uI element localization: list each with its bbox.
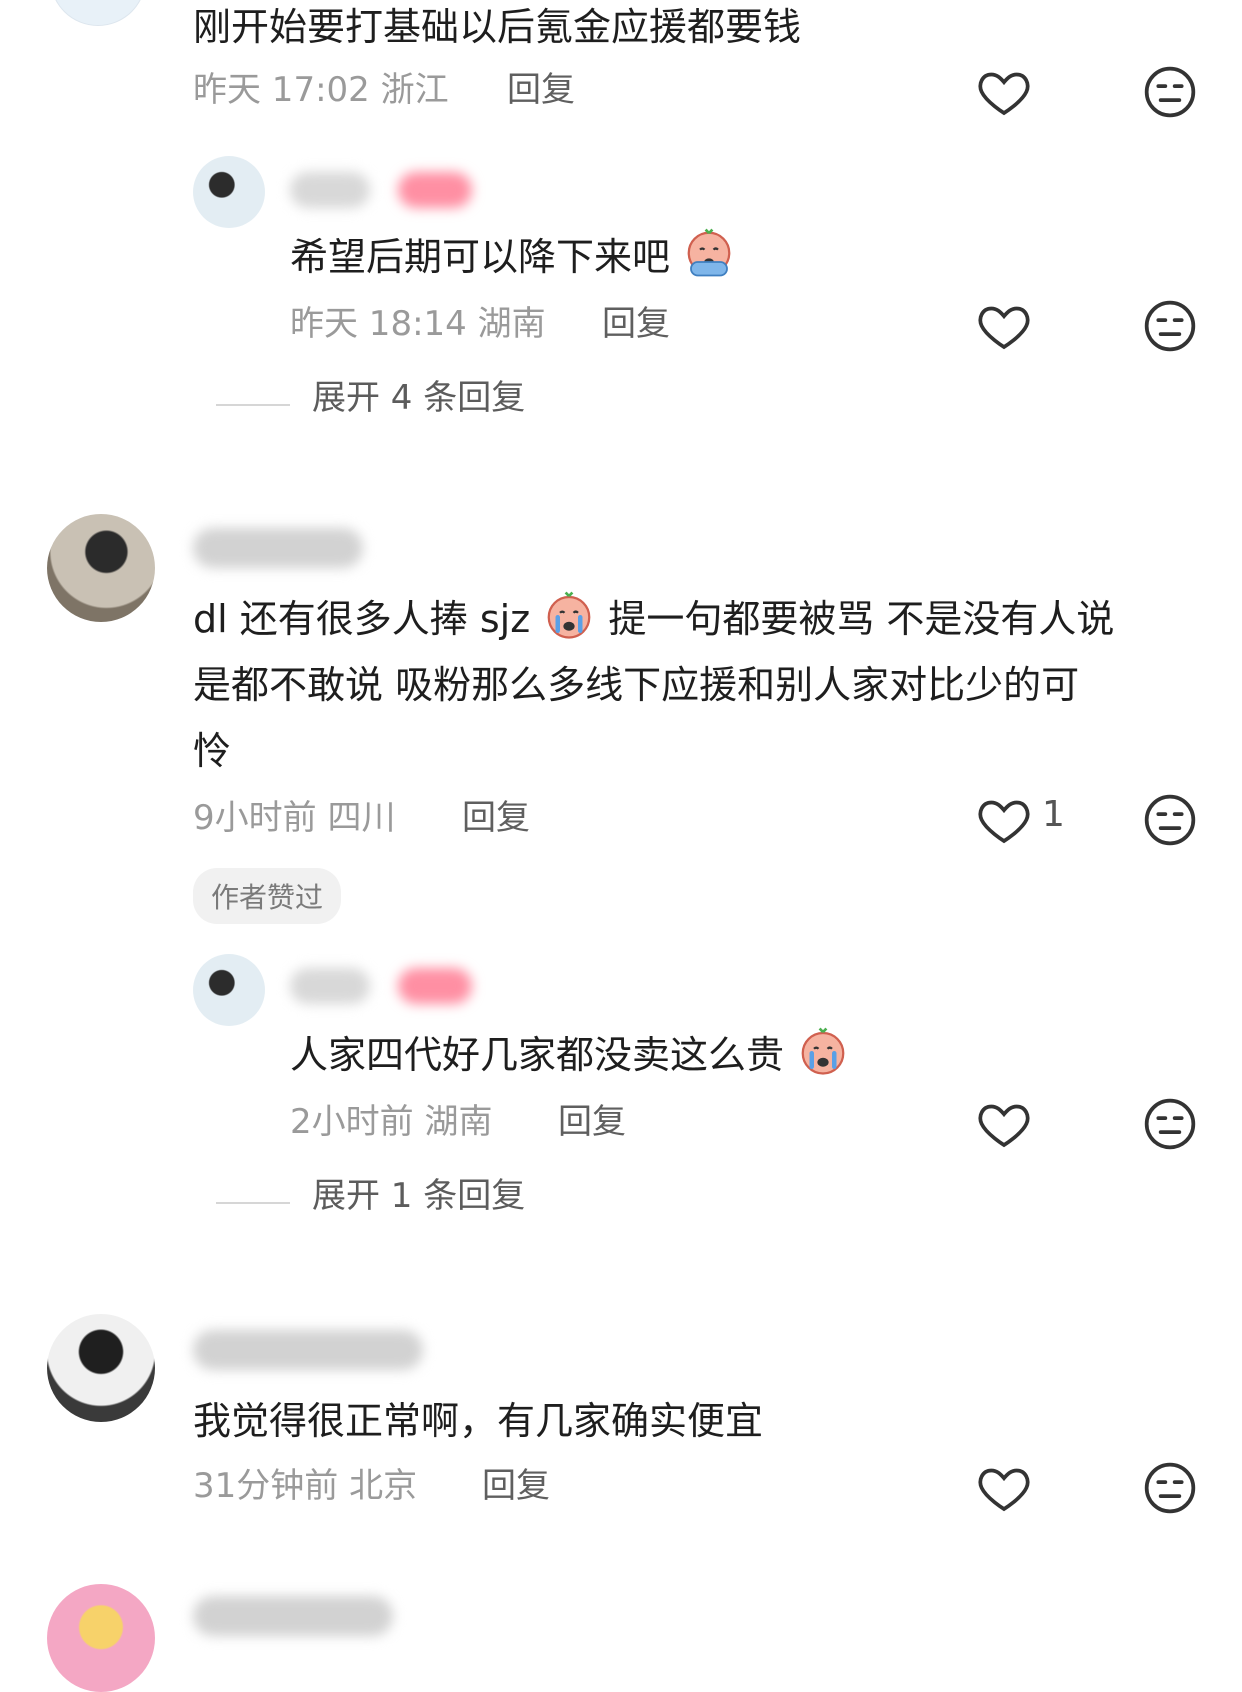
neutral-face-icon[interactable] — [1142, 1096, 1198, 1152]
username-blurred[interactable] — [193, 1330, 423, 1370]
avatar[interactable] — [193, 156, 265, 228]
crying-emoji-icon — [547, 591, 591, 639]
username-blurred[interactable] — [193, 528, 363, 568]
neutral-face-icon[interactable] — [1142, 1460, 1198, 1516]
username-blurred[interactable] — [290, 968, 370, 1004]
neutral-face-icon[interactable] — [1142, 64, 1198, 120]
avatar[interactable] — [50, 0, 146, 26]
expand-replies-button[interactable]: 展开 1 条回复 — [312, 1176, 525, 1216]
comment-meta-time-location: 昨天 17:02 浙江 — [193, 70, 449, 110]
reply-button[interactable]: 回复 — [482, 1466, 550, 1506]
neutral-face-icon[interactable] — [1142, 792, 1198, 848]
author-tag-blurred — [398, 968, 472, 1004]
expand-replies-button[interactable]: 展开 4 条回复 — [312, 378, 525, 418]
comment-text-line-3: 怜 — [193, 729, 232, 773]
avatar[interactable] — [47, 514, 155, 622]
comment-text: 刚开始要打基础以后氪金应援都要钱 — [193, 5, 802, 49]
heart-icon[interactable] — [976, 298, 1032, 354]
neutral-face-icon[interactable] — [1142, 298, 1198, 354]
crying-emoji-icon — [801, 1027, 845, 1075]
crying-emoji-icon — [687, 228, 731, 277]
username-blurred[interactable] — [193, 1596, 393, 1636]
comment-text-line-2: 是都不敢说 吸粉那么多线下应援和别人家对比少的可 — [193, 663, 1080, 707]
like-count: 1 — [1042, 794, 1065, 835]
username-blurred[interactable] — [290, 172, 370, 208]
heart-icon[interactable] — [976, 1460, 1032, 1516]
reply-text: 希望后期可以降下来吧 — [290, 224, 736, 290]
expand-divider — [216, 404, 290, 406]
heart-icon[interactable] — [976, 792, 1032, 848]
comment-text-part: dl 还有很多人捧 sjz — [193, 597, 531, 641]
heart-icon[interactable] — [976, 64, 1032, 120]
reply-meta-time-location: 2小时前 湖南 — [290, 1102, 493, 1142]
reply-button[interactable]: 回复 — [507, 70, 575, 110]
avatar[interactable] — [47, 1584, 155, 1692]
heart-icon[interactable] — [976, 1096, 1032, 1152]
avatar[interactable] — [193, 954, 265, 1026]
reply-button[interactable]: 回复 — [558, 1102, 626, 1142]
reply-text: 人家四代好几家都没卖这么贵 — [290, 1022, 850, 1088]
comment-text-line-1: dl 还有很多人捧 sjz 提一句都要被骂 不是没有人说 — [193, 586, 1114, 652]
reply-button[interactable]: 回复 — [462, 798, 530, 838]
comment-meta-time-location: 31分钟前 北京 — [193, 1466, 418, 1506]
comment-text: 我觉得很正常啊，有几家确实便宜 — [193, 1399, 764, 1443]
avatar[interactable] — [47, 1314, 155, 1422]
reply-button[interactable]: 回复 — [602, 304, 670, 344]
author-tag-blurred — [398, 172, 472, 208]
reply-text-content: 人家四代好几家都没卖这么贵 — [290, 1033, 785, 1077]
comment-meta-time-location: 9小时前 四川 — [193, 798, 396, 838]
author-liked-badge: 作者赞过 — [193, 868, 342, 924]
reply-text-content: 希望后期可以降下来吧 — [290, 235, 671, 279]
reply-meta-time-location: 昨天 18:14 湖南 — [290, 304, 546, 344]
expand-divider — [216, 1202, 290, 1204]
comment-text-part: 提一句都要被骂 不是没有人说 — [608, 597, 1115, 641]
